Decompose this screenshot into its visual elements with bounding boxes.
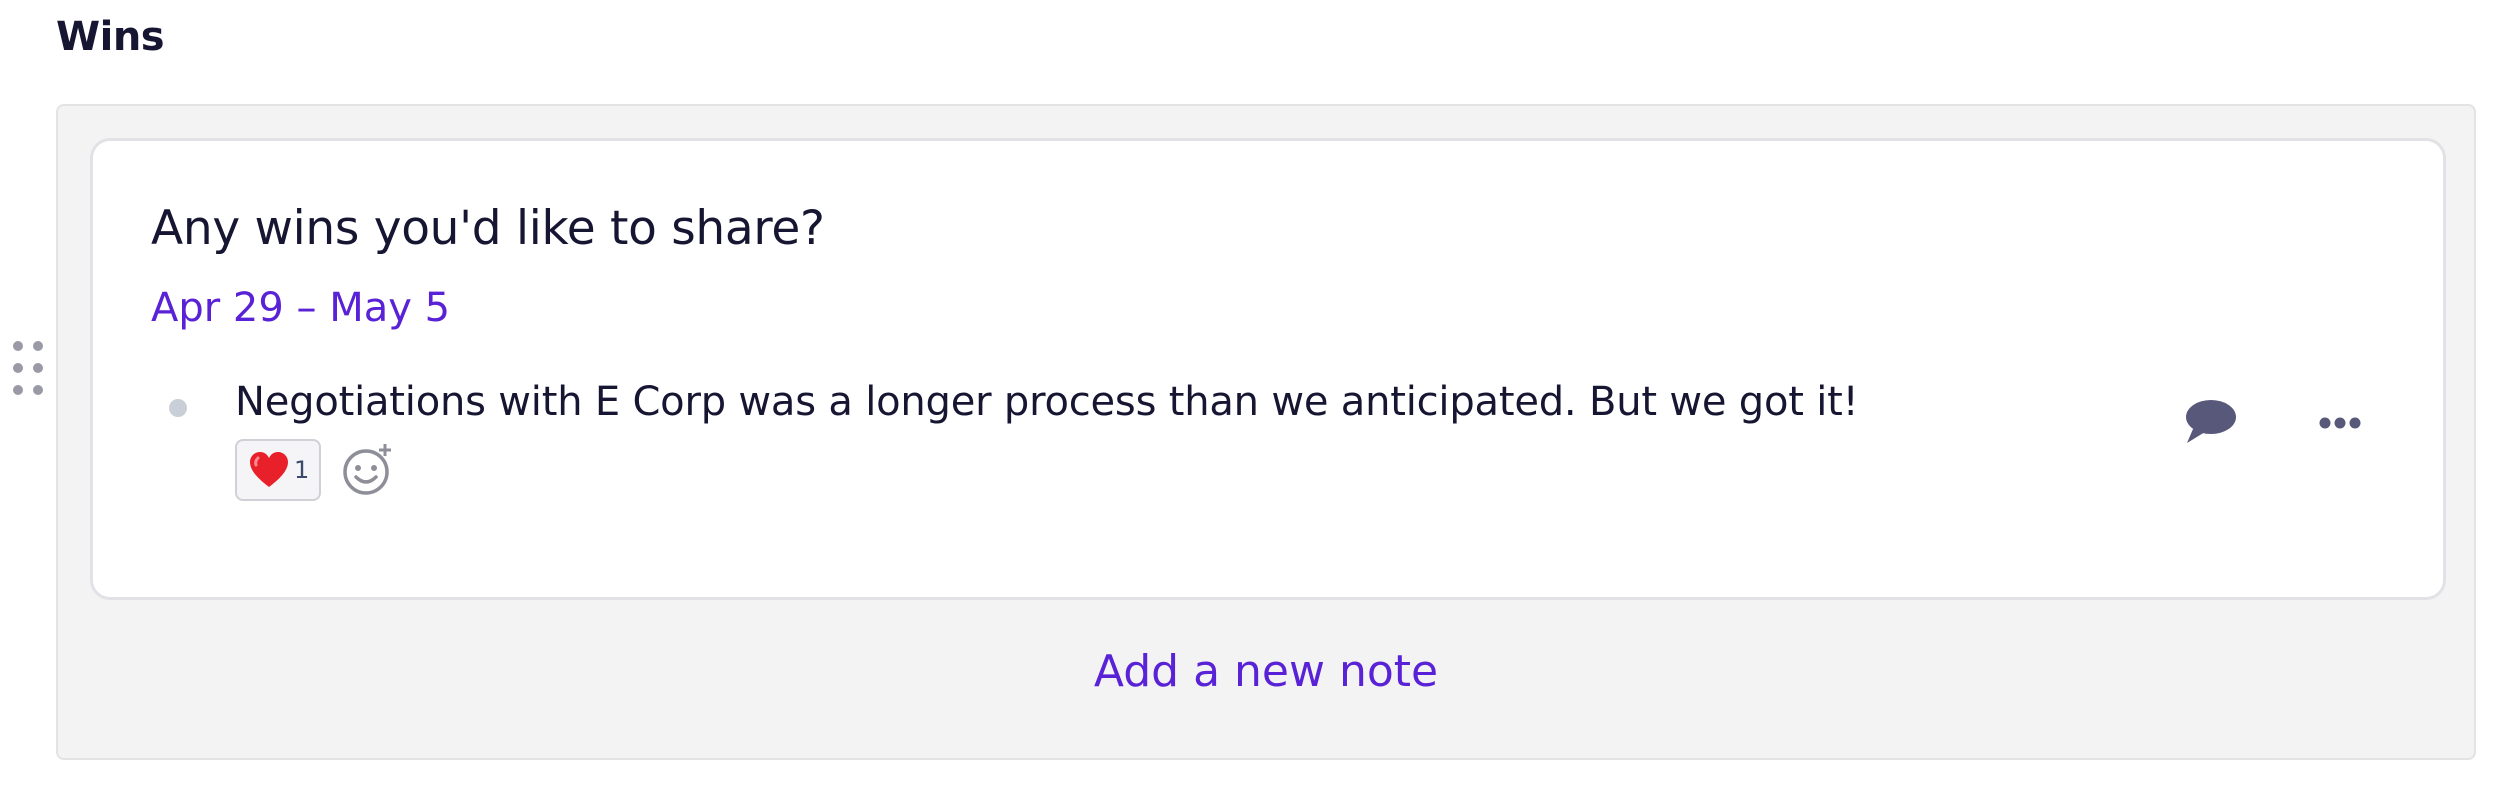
note-item: Negotiations with E Corp was a longer pr… <box>169 379 2403 539</box>
add-reaction-icon[interactable] <box>342 442 394 500</box>
heart-emoji-icon <box>249 451 289 493</box>
comment-icon[interactable] <box>2183 397 2239 451</box>
section-title: Wins <box>56 14 165 60</box>
heart-reaction-button[interactable]: 1 <box>235 439 321 501</box>
question-title: Any wins you'd like to share? <box>151 201 825 256</box>
bullet-icon <box>169 399 187 417</box>
more-options-icon[interactable] <box>2319 415 2361 434</box>
reaction-count: 1 <box>294 456 310 484</box>
note-text[interactable]: Negotiations with E Corp was a longer pr… <box>235 379 1859 425</box>
wins-section-panel: Any wins you'd like to share? Apr 29 – M… <box>56 104 2476 760</box>
drag-handle-icon[interactable] <box>12 340 46 396</box>
add-note-button[interactable]: Add a new note <box>58 646 2474 697</box>
date-range: Apr 29 – May 5 <box>151 285 451 331</box>
question-card: Any wins you'd like to share? Apr 29 – M… <box>90 138 2446 600</box>
